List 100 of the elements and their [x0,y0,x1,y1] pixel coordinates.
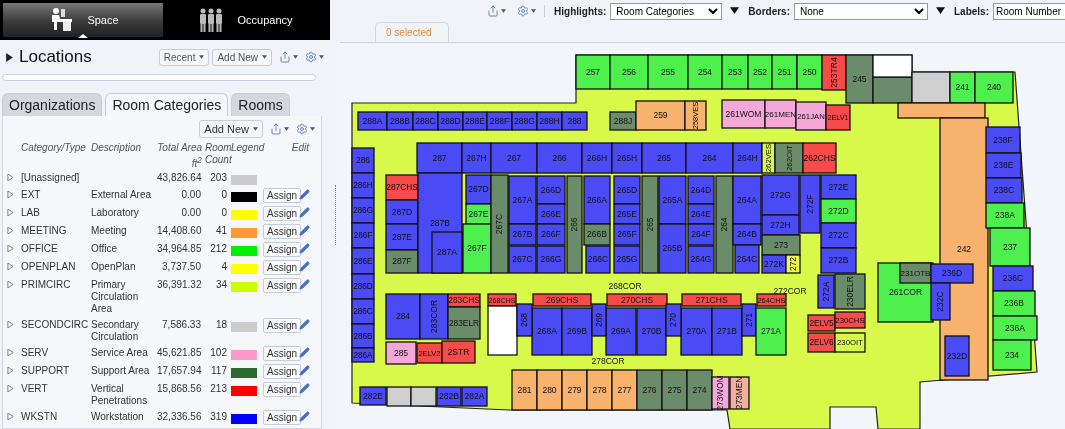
room[interactable]: 286A [351,347,375,363]
app-tab[interactable]: Space [3,3,163,37]
room[interactable]: 264G [687,245,715,274]
room[interactable]: 269CHS [532,293,592,307]
room[interactable]: 265E [613,203,641,225]
room[interactable]: 266C [585,245,611,274]
assign-button[interactable]: Assign [263,188,301,204]
room[interactable]: 268 [516,303,533,337]
room[interactable]: 253TR4 [821,54,847,91]
edit-icon[interactable] [299,243,310,255]
room[interactable]: 254 [687,54,723,90]
room[interactable]: 261WOM [721,99,766,129]
room[interactable]: 286E [351,247,375,275]
room[interactable]: 264 [715,175,734,274]
room[interactable]: 270A [680,307,713,356]
room[interactable]: 267C [490,174,509,274]
room[interactable] [487,305,518,356]
room[interactable]: 288F [486,111,513,131]
room[interactable]: 277 [611,369,638,411]
room[interactable]: 287E [385,223,419,251]
room[interactable]: 272E [820,174,857,200]
expand-icon[interactable] [5,52,14,62]
assign-button[interactable]: Assign [263,242,301,258]
room[interactable]: 250 [796,54,823,90]
room[interactable]: 269B [561,307,593,356]
room[interactable]: 270 [665,303,682,337]
assign-button[interactable]: Assign [263,206,301,222]
room[interactable]: 286C [351,298,375,325]
edit-icon[interactable] [299,261,310,273]
room[interactable]: 287D [385,199,419,225]
room[interactable]: 237 [989,227,1031,267]
edit-icon[interactable] [299,411,310,423]
room[interactable]: 2ELV6 [807,332,836,353]
room[interactable]: 266B [583,223,611,246]
edit-icon[interactable] [299,383,310,395]
room[interactable]: 238F [985,126,1021,154]
tab[interactable]: Organizations [2,93,103,116]
room[interactable]: 274 [686,369,713,411]
room[interactable]: 2ELV5 [807,314,836,332]
room[interactable]: 288D [437,111,464,131]
room[interactable]: 287F [385,249,419,274]
room[interactable]: 268A [531,307,563,356]
room[interactable]: 288 [561,111,588,131]
assign-button[interactable]: Assign [263,278,301,294]
room[interactable]: 272A [817,274,835,309]
room[interactable]: 2STR [441,340,476,364]
room[interactable]: 265 [641,175,659,274]
assign-button[interactable]: Assign [263,260,301,276]
room[interactable]: 286D [351,273,375,300]
edit-icon[interactable] [299,207,310,219]
room[interactable]: 265 [641,142,687,174]
room[interactable]: 253 [721,54,749,90]
room[interactable]: 272B [820,247,857,274]
room[interactable]: 269 [591,303,607,337]
room[interactable] [386,386,412,407]
edit-icon[interactable] [299,225,310,237]
room[interactable]: 267E [465,203,492,225]
assign-button[interactable]: Assign [263,410,301,426]
room[interactable]: 267B [508,223,537,246]
dropdown-select[interactable]: Room Categories [610,2,723,20]
room[interactable]: 245 [845,54,874,104]
room[interactable]: 267C [508,245,537,274]
room[interactable]: 230ELR [834,273,866,310]
room[interactable]: 273 [761,234,801,256]
settings-icon[interactable] [305,51,324,63]
filter-icon[interactable] [730,6,740,15]
room[interactable]: 266 [536,142,583,174]
dropdown-select[interactable]: Room Number [993,2,1065,20]
room[interactable]: 288E [462,111,488,131]
room[interactable]: 265D [613,175,641,205]
room[interactable]: 281 [511,369,538,411]
room[interactable]: 267 [490,142,538,174]
room[interactable]: 238C [985,177,1023,204]
room[interactable]: 266 [566,175,583,274]
room[interactable]: 278 [586,369,613,411]
room[interactable]: 251 [771,54,798,90]
room[interactable]: 275 [661,369,688,411]
room[interactable]: 287 [416,142,463,174]
room[interactable]: 236C [992,265,1034,292]
room[interactable]: 286 [351,147,375,174]
room[interactable]: 238E [985,152,1022,179]
room[interactable]: 264E [687,203,715,225]
room[interactable]: 286G [351,197,375,224]
export-icon[interactable] [487,5,507,17]
settings-icon[interactable] [517,5,537,17]
tab[interactable]: Room Categories [105,93,229,116]
room[interactable]: 286F [351,222,375,249]
room[interactable]: 266A [583,175,611,225]
room[interactable]: 267A [508,175,537,225]
room[interactable]: 234 [992,339,1032,371]
app-tab[interactable]: Occupancy [166,3,326,37]
room[interactable]: 272F [799,174,821,234]
room[interactable]: 264H [732,142,763,174]
room[interactable]: 288C [412,111,439,131]
settings-icon[interactable] [296,123,315,135]
room[interactable]: 272D [820,198,857,224]
room[interactable]: 288B [386,111,414,131]
room[interactable]: 267H [461,142,492,174]
edit-icon[interactable] [299,279,310,291]
room[interactable]: 284 [385,293,421,340]
